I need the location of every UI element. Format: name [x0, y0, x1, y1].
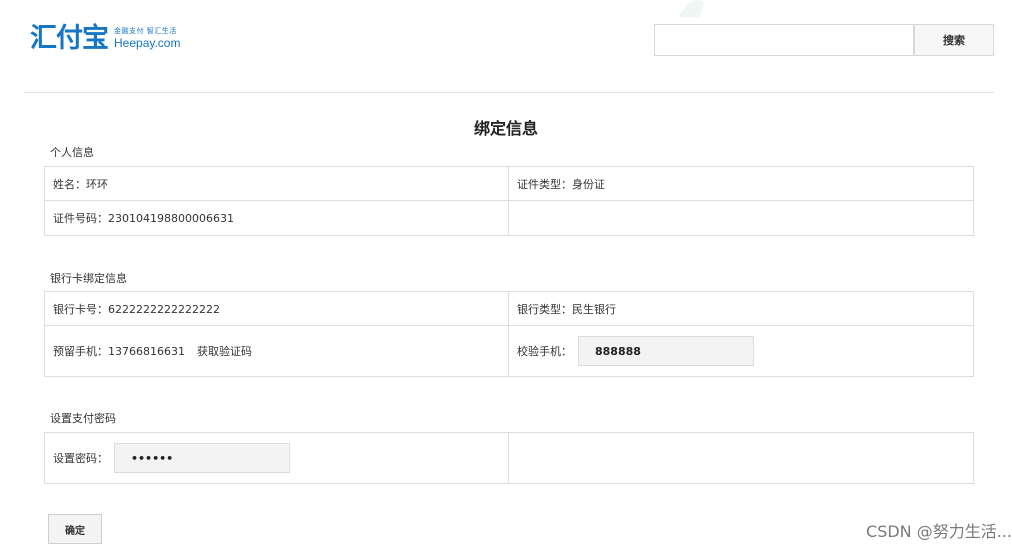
password-label: 设置密码： [53, 452, 108, 465]
logo-domain: Heepay.com [114, 36, 181, 50]
personal-info-table: 姓名：环环 证件类型：身份证 证件号码：230104198800006631 [44, 166, 974, 236]
bank-type-cell: 银行类型：民生银行 [517, 302, 616, 316]
card-number-cell: 银行卡号：6222222222222222 [45, 292, 509, 325]
empty-cell [509, 433, 973, 483]
password-input[interactable] [114, 443, 290, 473]
table-row: 姓名：环环 证件类型：身份证 [45, 167, 973, 201]
id-number-cell: 证件号码：230104198800006631 [45, 201, 509, 235]
header-divider [24, 92, 994, 93]
search-input[interactable] [654, 24, 914, 56]
decorative-leaf-icon [678, 0, 704, 17]
watermark: CSDN @努力生活... [866, 522, 1012, 541]
page-title: 绑定信息 [473, 119, 538, 138]
password-table: 设置密码： [44, 432, 974, 484]
table-row: 设置密码： [45, 433, 973, 483]
bank-info-table: 银行卡号：6222222222222222 银行类型：民生银行 预留手机：137… [44, 291, 974, 377]
table-row: 证件号码：230104198800006631 [45, 201, 973, 235]
table-row: 银行卡号：6222222222222222 银行类型：民生银行 [45, 292, 973, 326]
heepay-logo[interactable]: 汇付宝 金融支付 智汇生活 Heepay.com [30, 22, 180, 58]
search-button[interactable]: 搜索 [914, 24, 994, 56]
logo-slogan: 金融支付 智汇生活 [114, 27, 177, 35]
phone-cell: 预留手机：13766816631 获取验证码 [45, 326, 509, 376]
verify-code-input[interactable] [578, 336, 754, 366]
confirm-button[interactable]: 确定 [48, 514, 102, 544]
verify-phone-label: 校验手机： [517, 345, 572, 358]
reserved-phone-text: 预留手机：13766816631 [53, 345, 185, 358]
verify-phone-cell: 校验手机： [509, 326, 973, 376]
logo-text: 汇付宝 [30, 23, 109, 54]
password-cell: 设置密码： [45, 433, 509, 483]
section-label-personal: 个人信息 [50, 146, 94, 159]
table-row: 预留手机：13766816631 获取验证码 校验手机： [45, 326, 973, 376]
section-label-bank: 银行卡绑定信息 [50, 272, 127, 285]
name-cell: 姓名：环环 [45, 167, 509, 200]
get-code-link[interactable]: 获取验证码 [197, 343, 252, 359]
logo-side: 金融支付 智汇生活 Heepay.com [114, 27, 180, 50]
section-label-password: 设置支付密码 [50, 412, 116, 425]
empty-cell [509, 201, 973, 235]
id-type-cell: 证件类型：身份证 [517, 177, 605, 191]
